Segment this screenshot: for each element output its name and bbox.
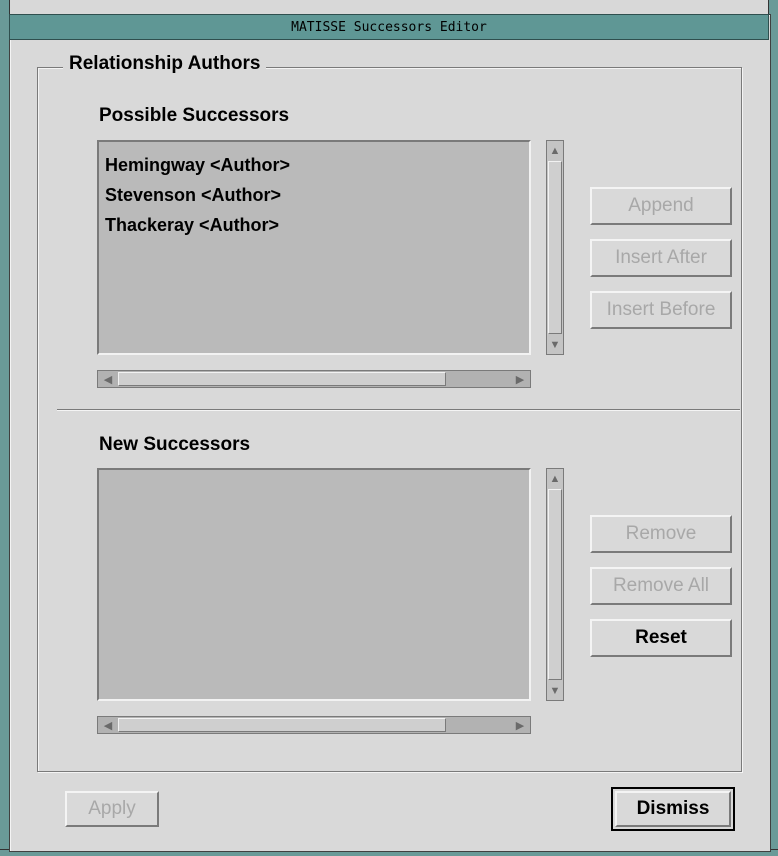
scroll-right-icon[interactable]: ▶ <box>511 371 529 387</box>
scroll-up-icon[interactable]: ▲ <box>548 470 562 487</box>
reset-button[interactable]: Reset <box>590 619 732 657</box>
screen-top <box>0 0 778 14</box>
window-titlebar[interactable]: MATISSE Successors Editor <box>9 14 769 40</box>
remove-button[interactable]: Remove <box>590 515 732 553</box>
scroll-right-icon[interactable]: ▶ <box>511 717 529 733</box>
new-successors-label: New Successors <box>99 434 251 455</box>
new-successors-list[interactable] <box>97 468 531 701</box>
append-button[interactable]: Append <box>590 187 732 225</box>
possible-vertical-scrollbar[interactable]: ▲ ▼ <box>546 140 564 355</box>
new-horizontal-scrollbar[interactable]: ◀ ▶ <box>97 716 531 734</box>
scroll-thumb[interactable] <box>548 161 562 334</box>
insert-before-button[interactable]: Insert Before <box>590 291 732 329</box>
scroll-thumb[interactable] <box>118 372 446 386</box>
possible-successors-label: Possible Successors <box>99 105 290 126</box>
section-divider <box>57 409 740 411</box>
scroll-up-icon[interactable]: ▲ <box>548 142 562 159</box>
list-item[interactable]: Thackeray <Author> <box>105 210 523 240</box>
remove-all-button[interactable]: Remove All <box>590 567 732 605</box>
scroll-down-icon[interactable]: ▼ <box>548 682 562 699</box>
list-item[interactable]: Hemingway <Author> <box>105 150 523 180</box>
dismiss-button[interactable]: Dismiss <box>615 791 731 827</box>
scroll-down-icon[interactable]: ▼ <box>548 336 562 353</box>
scroll-left-icon[interactable]: ◀ <box>99 371 117 387</box>
possible-horizontal-scrollbar[interactable]: ◀ ▶ <box>97 370 531 388</box>
list-item[interactable]: Stevenson <Author> <box>105 180 523 210</box>
scroll-thumb[interactable] <box>118 718 446 732</box>
apply-button[interactable]: Apply <box>65 791 159 827</box>
group-title: Relationship Authors <box>63 53 267 75</box>
window-title: MATISSE Successors Editor <box>291 19 487 35</box>
scroll-thumb[interactable] <box>548 489 562 680</box>
possible-successors-list[interactable]: Hemingway <Author> Stevenson <Author> Th… <box>97 140 531 355</box>
new-vertical-scrollbar[interactable]: ▲ ▼ <box>546 468 564 701</box>
scroll-left-icon[interactable]: ◀ <box>99 717 117 733</box>
insert-after-button[interactable]: Insert After <box>590 239 732 277</box>
